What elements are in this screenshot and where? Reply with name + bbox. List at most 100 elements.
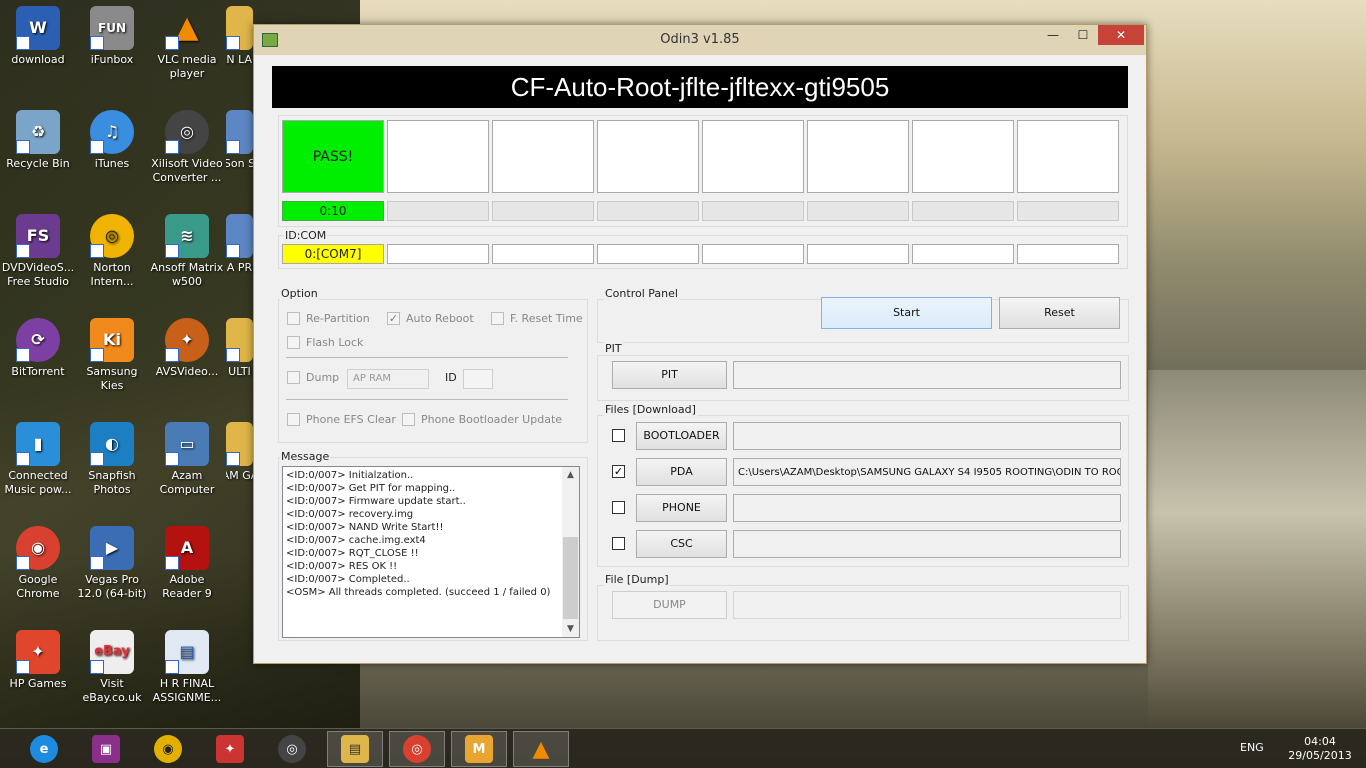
kies-icon: Ki	[90, 318, 134, 362]
status-slot-7	[912, 120, 1014, 193]
desktop-icon-a-pr[interactable]: A PR	[226, 208, 253, 312]
desktop-icon-bittorrent[interactable]: ⟳ BitTorrent	[1, 312, 75, 416]
desktop-icon-son[interactable]: Son S	[226, 104, 253, 208]
com-port-4	[597, 244, 699, 264]
phone-bootloader-update-checkbox[interactable]: Phone Bootloader Update	[402, 413, 562, 426]
bootloader-path-field[interactable]	[733, 422, 1121, 450]
folder-icon	[226, 422, 253, 466]
avs-icon: ✦	[165, 318, 209, 362]
desktop-icon-dvdvideosoft[interactable]: FS DVDVideoS... Free Studio	[1, 208, 75, 312]
pda-checkbox[interactable]: ✓	[612, 465, 631, 478]
com-port-1: 0:[COM7]	[282, 244, 384, 264]
taskbar-vlc-icon[interactable]: ▲	[513, 731, 569, 767]
dump-checkbox[interactable]: Dump	[287, 371, 339, 384]
taskbar-media-icon[interactable]: ◉	[140, 731, 196, 767]
desktop-icon-samsung-kies[interactable]: Ki Samsung Kies	[75, 312, 149, 416]
dvdvideosoft-icon: FS	[16, 214, 60, 258]
desktop-icon-adobe-reader[interactable]: A Adobe Reader 9	[150, 520, 224, 624]
desktop-icon-hp-games[interactable]: ✦ HP Games	[1, 624, 75, 728]
taskbar-film-reel-icon[interactable]: ◎	[264, 731, 320, 767]
ap-ram-select[interactable]: AP RAM	[347, 369, 429, 389]
log-line: <ID:0/007> Firmware update start..	[286, 496, 466, 507]
pda-path-field[interactable]: C:\Users\AZAM\Desktop\SAMSUNG GALAXY S4 …	[733, 458, 1121, 486]
ebay-icon: eBay	[90, 630, 134, 674]
taskbar-explorer-icon[interactable]: ▤	[327, 731, 383, 767]
computer-icon: ▭	[165, 422, 209, 466]
pda-button[interactable]: PDA	[636, 458, 727, 486]
phone-path-field[interactable]	[733, 494, 1121, 522]
desktop-icon-azam-computer[interactable]: ▭ Azam Computer	[150, 416, 224, 520]
progress-bar-4	[597, 201, 699, 221]
desktop-icon-download[interactable]: Wdownload	[1, 0, 75, 104]
desktop-icon-connected-music[interactable]: ▮ Connected Music pow...	[1, 416, 75, 520]
title-bar[interactable]: Odin3 v1.85 — ☐ ✕	[254, 25, 1146, 55]
dump-button[interactable]: DUMP	[612, 591, 727, 619]
pit-path-field[interactable]	[733, 361, 1121, 389]
film-reel-icon: ◎	[165, 110, 209, 154]
desktop-icon-an-lau[interactable]: AN LAU	[226, 0, 253, 104]
taskbar-odin-icon[interactable]: M	[451, 731, 507, 767]
csc-button[interactable]: CSC	[636, 530, 727, 558]
minimize-button[interactable]: —	[1038, 25, 1068, 45]
scroll-down-icon[interactable]: ▼	[562, 621, 579, 637]
message-log[interactable]: <ID:0/007> Initialzation.. <ID:0/007> Ge…	[282, 466, 580, 638]
status-slot-8	[1017, 120, 1119, 193]
auto-reboot-checkbox[interactable]: ✓ Auto Reboot	[387, 312, 474, 325]
com-port-2	[387, 244, 489, 264]
desktop-icon-ansoff[interactable]: ≋ Ansoff Matrix w500	[150, 208, 224, 312]
scroll-up-icon[interactable]: ▲	[562, 467, 579, 483]
firmware-banner: CF-Auto-Root-jflte-jfltexx-gti9505	[272, 66, 1128, 108]
desktop-icon-xilisoft[interactable]: ◎ Xilisoft Video Converter ...	[150, 104, 224, 208]
bootloader-checkbox[interactable]	[612, 429, 631, 442]
phone-button[interactable]: PHONE	[636, 494, 727, 522]
log-line: <ID:0/007> NAND Write Start!!	[286, 522, 444, 533]
desktop-icon-itunes[interactable]: ♫ iTunes	[75, 104, 149, 208]
id-field[interactable]	[463, 369, 493, 389]
close-button[interactable]: ✕	[1098, 25, 1144, 45]
hp-games-icon: ✦	[16, 630, 60, 674]
phone-checkbox[interactable]	[612, 501, 631, 514]
desktop-icon-google-chrome[interactable]: ◉ Google Chrome	[1, 520, 75, 624]
flash-lock-checkbox[interactable]: Flash Lock	[287, 336, 363, 349]
check-icon: ✓	[387, 312, 400, 325]
desktop-column-3: ▲ VLC media player ◎ Xilisoft Video Conver…	[150, 0, 224, 728]
vlc-icon: ▲	[165, 6, 209, 50]
phone-efs-clear-checkbox[interactable]: Phone EFS Clear	[287, 413, 396, 426]
maximize-button[interactable]: ☐	[1068, 25, 1098, 45]
reset-button[interactable]: Reset	[999, 297, 1120, 329]
language-indicator[interactable]: ENG	[1240, 741, 1264, 754]
files-title: Files [Download]	[604, 403, 697, 416]
start-button[interactable]: Start	[821, 297, 992, 329]
taskbar-app-icon[interactable]: ✦	[202, 731, 258, 767]
taskbar-ie-icon[interactable]: e	[16, 731, 72, 767]
id-label: ID	[445, 371, 457, 384]
desktop-icon-ebay[interactable]: eBay Visit eBay.co.uk	[75, 624, 149, 728]
desktop-icon-avsvideo[interactable]: ✦ AVSVideo...	[150, 312, 224, 416]
taskbar-hp-icon[interactable]: ▣	[78, 731, 134, 767]
csc-path-field[interactable]	[733, 530, 1121, 558]
desktop-icon-vlc[interactable]: ▲ VLC media player	[150, 0, 224, 104]
log-line: <ID:0/007> RQT_CLOSE !!	[286, 548, 419, 559]
scroll-thumb[interactable]	[563, 537, 578, 619]
desktop-icon-hr-final[interactable]: ▤ H R FINAL ASSIGNME...	[150, 624, 224, 728]
desktop-icon-vegas-pro[interactable]: ▶ Vegas Pro 12.0 (64-bit)	[75, 520, 149, 624]
taskbar-clock[interactable]: 04:04 29/05/2013	[1280, 735, 1360, 763]
desktop-icon-ifunbox[interactable]: FUN iFunbox	[75, 0, 149, 104]
chrome-icon: ◉	[16, 526, 60, 570]
desktop-icon-ulti[interactable]: ULTI	[226, 312, 253, 416]
pit-button[interactable]: PIT	[612, 361, 727, 389]
message-scrollbar[interactable]: ▲ ▼	[562, 467, 579, 637]
csc-checkbox[interactable]	[612, 537, 631, 550]
dump-path-field[interactable]	[733, 591, 1121, 619]
taskbar-chrome-icon[interactable]: ◎	[389, 731, 445, 767]
word-icon: W	[16, 6, 60, 50]
desktop-icon-norton[interactable]: ◎ Norton Intern...	[75, 208, 149, 312]
bootloader-button[interactable]: BOOTLOADER	[636, 422, 727, 450]
status-slot-6	[807, 120, 909, 193]
desktop-icon-recycle-bin[interactable]: ♻ Recycle Bin	[1, 104, 75, 208]
vegas-icon: ▶	[90, 526, 134, 570]
desktop-icon-sam-gal[interactable]: SAM GAL	[226, 416, 253, 520]
re-partition-checkbox[interactable]: Re-Partition	[287, 312, 370, 325]
f-reset-time-checkbox[interactable]: F. Reset Time	[491, 312, 583, 325]
desktop-icon-snapfish[interactable]: ◐ Snapfish Photos	[75, 416, 149, 520]
